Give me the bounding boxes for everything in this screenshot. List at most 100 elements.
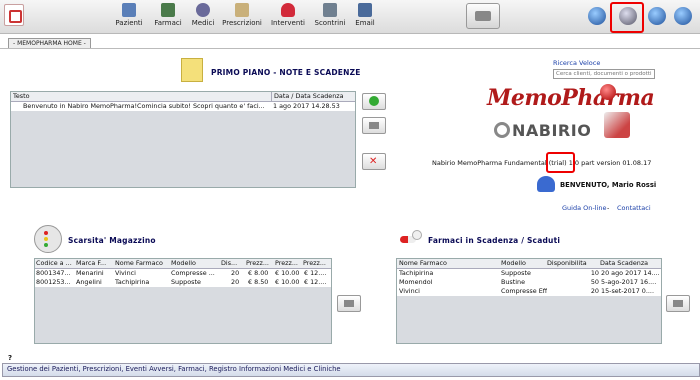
- toolbar-label: Interventi: [270, 19, 305, 27]
- tablet-shape: [412, 230, 422, 240]
- printer-icon: [344, 300, 354, 307]
- table-cell: € 12....: [304, 269, 327, 277]
- table-cell: € 8.00: [248, 269, 269, 277]
- table-cell: 8001347...: [36, 269, 71, 277]
- table-cell: Compresse Eff.: [501, 287, 547, 295]
- table-cell: Tachipirina: [115, 278, 150, 286]
- toolbar-button-patients[interactable]: Pazienti: [109, 2, 149, 31]
- column-header: Codice a ...: [36, 259, 72, 267]
- table-cell: 20: [231, 269, 240, 277]
- table-cell: 20 ago 2017 14....: [601, 269, 659, 277]
- minimize-icon[interactable]: [588, 7, 606, 25]
- table-header: Nome Farmaco Modello Disponibilita Data …: [397, 259, 661, 269]
- notes-title: PRIMO PIANO - NOTE E SCADENZE: [211, 68, 361, 77]
- table-header: Codice a ... Marca F... Nome Farmaco Mod…: [35, 259, 331, 269]
- delete-note-button[interactable]: ✕: [362, 153, 386, 170]
- warning-dot-green: [44, 243, 48, 247]
- table-cell: 15-set-2017 0....: [601, 287, 654, 295]
- pills-expiry-icon: [400, 228, 422, 248]
- doctor-icon: [196, 3, 210, 17]
- toolbar-button-drugs[interactable]: Farmaci: [148, 2, 188, 31]
- stock-table: Codice a ... Marca F... Nome Farmaco Mod…: [34, 258, 332, 344]
- toolbar-label: Prescrizioni: [222, 19, 262, 27]
- table-cell: Menarini: [76, 269, 104, 277]
- column-header: Modello: [171, 259, 196, 267]
- table-cell: Vivinci: [115, 269, 136, 277]
- version-text: Nabirio MemoPharma Fundamental (trial) 1…: [432, 159, 652, 167]
- quick-search-input[interactable]: [553, 69, 655, 79]
- toolbar-label: Farmaci: [154, 19, 182, 27]
- toolbar-button-prescriptions[interactable]: Prescrizioni: [222, 2, 262, 31]
- column-header: Disponibilita: [547, 259, 587, 267]
- column-header: Prezz...: [275, 259, 298, 267]
- table-cell: 1 ago 2017 14.28.53: [273, 102, 340, 110]
- toolbar-label: Pazienti: [115, 19, 143, 27]
- receipt-icon: [323, 3, 337, 17]
- add-icon: [369, 96, 379, 106]
- settings-gear-icon[interactable]: [619, 7, 637, 25]
- help-mark[interactable]: ?: [8, 354, 12, 362]
- table-cell: € 10.00: [275, 269, 300, 277]
- print-notes-button[interactable]: [362, 117, 386, 134]
- status-text: Gestione dei Pazienti, Prescrizioni, Eve…: [7, 365, 341, 373]
- table-row[interactable]: 8001347... Menarini Vivinci Compresse ..…: [35, 269, 331, 278]
- welcome-text: BENVENUTO, Mario Rossi: [560, 181, 657, 189]
- table-row[interactable]: 8001253... Angelini Tachipirina Supposte…: [35, 278, 331, 287]
- delete-icon: ✕: [369, 156, 378, 167]
- column-header: Nome Farmaco: [399, 259, 447, 267]
- guide-link[interactable]: Guida On-line: [562, 204, 606, 212]
- table-cell: 10: [590, 269, 599, 277]
- column-header: Data / Data Scadenza: [271, 92, 356, 101]
- link-separator: -: [607, 204, 610, 212]
- print-expiry-button[interactable]: [666, 295, 690, 312]
- notes-table: Testo Data / Data Scadenza Benvenuto in …: [10, 91, 356, 188]
- column-header: Prezz...: [303, 259, 326, 267]
- nabirio-logo: NABIRIO: [512, 121, 592, 140]
- toolbar-button-email[interactable]: Email: [345, 2, 385, 31]
- expiry-table: Nome Farmaco Modello Disponibilita Data …: [396, 258, 662, 344]
- toolbar-button-doctors[interactable]: Medici: [183, 2, 223, 31]
- table-cell: € 12....: [304, 278, 327, 286]
- sticky-note-icon: [181, 58, 203, 82]
- column-header: Modello: [501, 259, 526, 267]
- table-row[interactable]: Tachipirina Supposte 10 20 ago 2017 14..…: [397, 269, 661, 278]
- heart-icon: [281, 3, 295, 17]
- column-header: Prezz...: [246, 259, 269, 267]
- table-row[interactable]: Momendol Bustine 50 5-ago-2017 16....: [397, 278, 661, 287]
- expiry-title: Farmaci in Scadenza / Scaduti: [428, 236, 561, 245]
- printer-icon: [369, 122, 379, 129]
- table-cell: Benvenuto in Nabiro MemoPharma!Comincia …: [23, 102, 265, 110]
- table-row[interactable]: Vivinci Compresse Eff. 20 15-set-2017 0.…: [397, 287, 661, 296]
- column-header: Nome Farmaco: [115, 259, 163, 267]
- power-icon[interactable]: [674, 7, 692, 25]
- maximize-icon[interactable]: [648, 7, 666, 25]
- printer-icon: [673, 300, 683, 307]
- table-cell: 50: [590, 278, 599, 286]
- table-row[interactable]: Benvenuto in Nabiro MemoPharma!Comincia …: [11, 102, 355, 111]
- toolbar-button-interventions[interactable]: Interventi: [268, 2, 308, 31]
- table-cell: 20: [590, 287, 599, 295]
- table-cell: Bustine: [501, 278, 526, 286]
- table-cell: 8001253...: [36, 278, 71, 286]
- stock-title: Scarsita' Magazzino: [68, 236, 156, 245]
- contacts-link[interactable]: Contattaci: [617, 204, 651, 212]
- table-cell: Compresse ...: [171, 269, 215, 277]
- table-cell: Angelini: [76, 278, 102, 286]
- warning-indicator-icon: [34, 225, 62, 253]
- table-cell: Tachipirina: [399, 269, 434, 277]
- table-cell: Supposte: [501, 269, 531, 277]
- highlight-trial-frame: [546, 152, 575, 173]
- search-label: Ricerca Veloce: [553, 59, 601, 67]
- tab-divider: [0, 48, 700, 49]
- patients-icon: [122, 3, 136, 17]
- table-cell: Supposte: [171, 278, 201, 286]
- email-icon: [358, 3, 372, 17]
- table-cell: 5-ago-2017 16....: [601, 278, 657, 286]
- memopharma-logo: MemoPharma: [487, 85, 655, 111]
- column-header: Testo: [13, 92, 30, 100]
- print-stock-button[interactable]: [337, 295, 361, 312]
- toolbar-button-receipts[interactable]: Scontrini: [310, 2, 350, 31]
- toolbar-label: Email: [355, 19, 375, 27]
- add-note-button[interactable]: [362, 93, 386, 110]
- print-button[interactable]: [466, 3, 500, 29]
